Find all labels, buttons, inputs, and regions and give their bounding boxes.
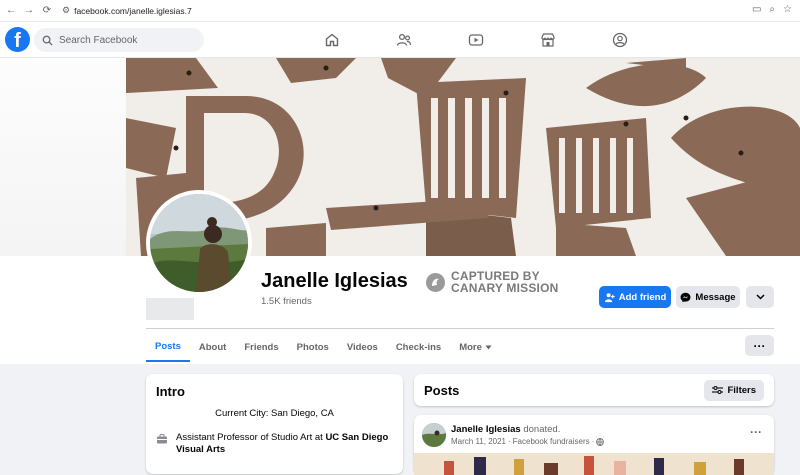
search-icon <box>42 35 53 46</box>
cover-side-fill <box>0 58 126 256</box>
add-friend-label: Add friend <box>618 291 667 303</box>
tab-more-label: More <box>459 341 482 353</box>
post-card: Janelle Iglesias donated. March 11, 2021… <box>414 415 774 475</box>
facebook-header: f <box>0 22 800 58</box>
profile-avatar[interactable] <box>146 190 252 296</box>
avatar-photo <box>150 194 248 292</box>
intro-job-title: Assistant Professor of Studio Art at <box>176 432 326 443</box>
filters-button[interactable]: Filters <box>704 379 764 401</box>
canary-logo-icon <box>426 272 445 292</box>
intro-card: Intro Current City: San Diego, CA Assist… <box>146 374 403 474</box>
tab-friends[interactable]: Friends <box>235 332 287 362</box>
marketplace-icon[interactable] <box>512 28 584 52</box>
watch-icon[interactable] <box>440 28 512 52</box>
bookmark-star-icon[interactable]: ☆ <box>783 4 792 15</box>
address-bar[interactable]: ⚙ facebook.com/janelle.iglesias.7 <box>62 5 192 16</box>
posts-title: Posts <box>424 382 460 398</box>
profile-more-button[interactable] <box>746 286 774 308</box>
add-person-icon <box>604 292 615 302</box>
messenger-icon <box>680 292 691 302</box>
add-friend-button[interactable]: Add friend <box>599 286 671 308</box>
tab-more[interactable]: More <box>450 332 501 362</box>
badge-line-2: CANARY MISSION <box>451 281 559 295</box>
profile-tabs: Posts About Friends Photos Videos Check-… <box>146 332 501 364</box>
profile-divider <box>146 328 774 329</box>
globe-icon <box>596 437 605 446</box>
fundraiser-image <box>414 453 774 475</box>
chevron-down-icon <box>755 294 765 300</box>
tab-options-button[interactable]: ··· <box>745 335 774 356</box>
filter-sliders-icon <box>712 386 724 394</box>
profile-name: Janelle Iglesias <box>261 270 408 292</box>
post-image[interactable] <box>414 453 774 475</box>
post-options-button[interactable]: ··· <box>750 425 762 439</box>
search-input[interactable] <box>59 34 189 46</box>
site-info-icon[interactable]: ⚙ <box>62 5 70 16</box>
posts-header: Posts Filters <box>414 374 774 406</box>
tab-photos[interactable]: Photos <box>288 332 338 362</box>
post-author-name[interactable]: Janelle Iglesias <box>451 424 521 435</box>
intro-current-city: Current City: San Diego, CA <box>215 408 334 419</box>
browser-toolbar: ← → ⟳ ⚙ facebook.com/janelle.iglesias.7 … <box>0 0 800 22</box>
intro-title: Intro <box>156 384 185 399</box>
briefcase-icon <box>157 434 167 444</box>
home-icon[interactable] <box>296 28 368 52</box>
tab-about[interactable]: About <box>190 332 235 362</box>
filters-label: Filters <box>727 384 756 396</box>
friends-count[interactable]: 1.5K friends <box>261 296 312 307</box>
mutual-friends-placeholder <box>146 298 194 320</box>
tab-posts[interactable]: Posts <box>146 332 190 362</box>
friends-icon[interactable] <box>368 28 440 52</box>
tab-videos[interactable]: Videos <box>338 332 387 362</box>
back-icon[interactable]: ← <box>4 4 18 18</box>
intro-job: Assistant Professor of Studio Art at UC … <box>156 432 393 456</box>
post-meta: March 11, 2021 · Facebook fundraisers · <box>451 437 605 446</box>
post-author-avatar[interactable] <box>422 423 446 447</box>
groups-icon[interactable] <box>584 28 656 52</box>
cast-icon[interactable]: ▭ <box>752 4 761 15</box>
post-source[interactable]: Facebook fundraisers <box>513 437 590 446</box>
zoom-icon[interactable]: ⌕ <box>769 4 775 15</box>
url-text: facebook.com/janelle.iglesias.7 <box>74 5 192 16</box>
facebook-logo[interactable]: f <box>5 27 30 52</box>
caret-down-icon <box>485 345 492 349</box>
message-label: Message <box>695 291 736 303</box>
post-author-line: Janelle Iglesias donated. <box>451 424 560 435</box>
forward-icon[interactable]: → <box>22 4 36 18</box>
tab-check-ins[interactable]: Check-ins <box>387 332 450 362</box>
message-button[interactable]: Message <box>676 286 740 308</box>
canary-mission-badge: CAPTURED BY CANARY MISSION <box>426 270 558 294</box>
reload-icon[interactable]: ⟳ <box>40 4 54 18</box>
ellipsis-icon: ··· <box>753 338 766 353</box>
search-box[interactable] <box>34 28 204 52</box>
post-action: donated. <box>520 424 561 435</box>
post-date[interactable]: March 11, 2021 <box>451 437 506 446</box>
